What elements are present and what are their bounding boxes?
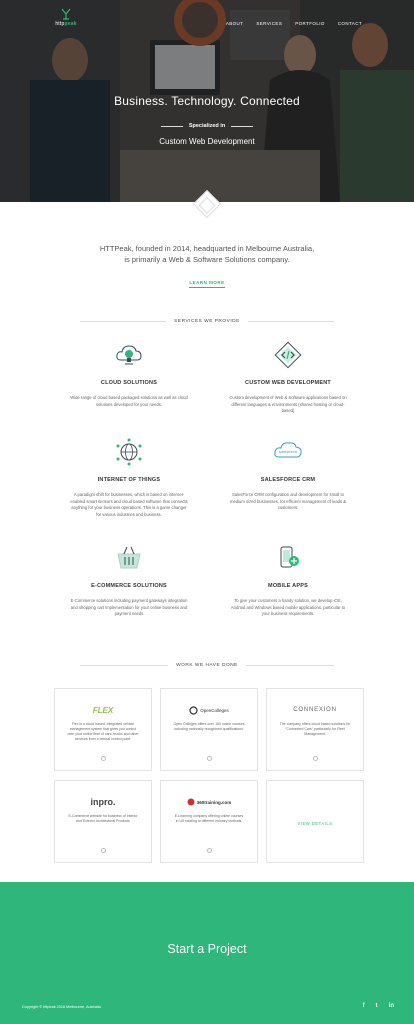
brand-name: 360training.com [196, 799, 232, 805]
nav-portfolio[interactable]: PORTFOLIO [295, 21, 325, 26]
nav-menu: ABOUT SERVICES PORTFOLIO CONTACT [226, 21, 362, 26]
card-description: E-Learning company offering online cours… [174, 814, 244, 823]
portfolio-card-view-details[interactable]: VIEW DETAILS [266, 780, 364, 863]
divider-left [80, 665, 169, 666]
start-project-section: Start a Project Copyright © httpeak 2016… [0, 882, 414, 1024]
hero-title: Business. Technology. Connected [114, 94, 300, 108]
work-heading-text: WORK WE HAVE DONE [176, 663, 238, 668]
social-links: f t in [363, 1003, 394, 1009]
start-project-title[interactable]: Start a Project [0, 942, 414, 956]
site-logo[interactable]: httppeak [54, 8, 78, 27]
opencolleges-logo-icon [189, 705, 198, 715]
hero-subtitle: Custom Web Development [159, 137, 255, 146]
search-icon[interactable] [101, 848, 106, 853]
hero-tag-row: Specialized in [0, 123, 414, 129]
service-internet-of-things: INTERNET OF THINGS A paradigm shift for … [69, 437, 189, 518]
brand-logo: inpro. [55, 792, 151, 812]
card-description: The company offers cloud based solutions… [279, 722, 351, 736]
intro-text: HTTPeak, founded in 2014, headquarted in… [0, 243, 414, 265]
logo-text: httppeak [55, 21, 77, 27]
service-title: SALESFORCE CRM [260, 477, 316, 483]
divider-right [231, 125, 254, 127]
360training-logo-icon [187, 798, 195, 806]
divider-left [80, 321, 167, 322]
service-description: E-Commerce solutions including payment g… [70, 598, 188, 616]
service-description: SalesForce CRM configuration and develop… [229, 492, 347, 510]
card-description: Flex is a cloud based, integrated vehicl… [67, 722, 139, 741]
divider-left [160, 125, 183, 127]
nav-contact[interactable]: CONTACT [338, 21, 362, 26]
card-description: E-Commerce website for business of Inter… [68, 814, 138, 823]
brand-logo: OpenColleges [161, 700, 257, 720]
shopping-basket-icon [117, 546, 141, 569]
brand-logo: CONNEXION [267, 700, 363, 720]
hero-tag: Specialized in [188, 123, 226, 129]
nav-about[interactable]: ABOUT [226, 21, 244, 26]
linkedin-icon[interactable]: in [389, 1003, 394, 1009]
service-title: MOBILE APPS [268, 583, 308, 589]
brand-logo: 360training.com [161, 792, 257, 812]
divider-right [245, 665, 334, 666]
cloud-bulb-icon [116, 345, 142, 365]
top-navigation: httppeak ABOUT SERVICES PORTFOLIO CONTAC… [0, 0, 414, 36]
globe-network-icon [116, 438, 142, 466]
copyright-text: Copyright © httpeak 2016 Melbourne, Aust… [22, 1005, 101, 1009]
salesforce-cloud-icon: salesforce [274, 442, 302, 458]
service-description: A paradigm shift for businesses, which i… [70, 492, 188, 517]
service-description: Wide range of cloud based packaged solut… [70, 395, 188, 407]
twitter-icon[interactable]: t [376, 1003, 378, 1009]
nav-services[interactable]: SERVICES [256, 21, 282, 26]
service-title: INTERNET OF THINGS [97, 477, 161, 483]
portfolio-card-flex[interactable]: FLEX Flex is a cloud based, integrated v… [54, 688, 152, 771]
divider-right [247, 321, 334, 322]
service-title: CLOUD SOLUTIONS [100, 380, 158, 386]
logo-mark-icon [61, 8, 71, 20]
service-title: E-COMMERCE SOLUTIONS [91, 583, 167, 589]
mobile-app-icon [280, 546, 299, 568]
work-heading: WORK WE HAVE DONE [80, 663, 334, 668]
intro-line-2: is primarily a Web & Software Solutions … [124, 255, 290, 264]
search-icon[interactable] [313, 756, 318, 761]
learn-more-link[interactable]: LEARN MORE [189, 280, 225, 288]
brand-name: inpro. [90, 797, 116, 807]
service-cloud-solutions: CLOUD SOLUTIONS Wide range of cloud base… [69, 340, 189, 408]
service-description: Custom development of Web & Software app… [229, 395, 347, 413]
service-salesforce-crm: salesforce SALESFORCE CRM SalesForce CRM… [228, 437, 348, 512]
facebook-icon[interactable]: f [363, 1003, 365, 1009]
portfolio-card-inpro[interactable]: inpro. E-Commerce website for business o… [54, 780, 152, 863]
service-title: CUSTOM WEB DEVELOPMENT [245, 380, 331, 386]
search-icon[interactable] [207, 756, 212, 761]
services-heading-text: SERVICES WE PROVIDE [174, 319, 240, 324]
brand-logo: FLEX [55, 700, 151, 720]
brand-name: OpenColleges [200, 707, 229, 713]
view-details-link[interactable]: VIEW DETAILS [267, 821, 363, 826]
service-mobile-apps: MOBILE APPS To give your customers a han… [228, 543, 348, 618]
service-ecommerce-solutions: E-COMMERCE SOLUTIONS E-Commerce solution… [69, 543, 189, 618]
service-description: To give your customers a handy solution,… [230, 598, 346, 616]
learn-more-wrap: LEARN MORE [0, 271, 414, 289]
portfolio-card-360training[interactable]: 360training.com E-Learning company offer… [160, 780, 258, 863]
service-custom-web-development: CUSTOM WEB DEVELOPMENT Custom developmen… [228, 340, 348, 415]
brand-name: CONNEXION [293, 707, 337, 713]
code-diamond-icon [274, 341, 302, 369]
salesforce-wordmark: salesforce [279, 449, 298, 454]
portfolio-card-opencolleges[interactable]: OpenColleges Open Colleges offers over 1… [160, 688, 258, 771]
search-icon[interactable] [207, 848, 212, 853]
hero-banner: httppeak ABOUT SERVICES PORTFOLIO CONTAC… [0, 0, 414, 202]
portfolio-card-connexion[interactable]: CONNEXION The company offers cloud based… [266, 688, 364, 771]
brand-name: FLEX [92, 705, 114, 715]
card-description: Open Colleges offers over 150 online cou… [173, 722, 245, 731]
intro-line-1: HTTPeak, founded in 2014, headquarted in… [99, 244, 315, 253]
search-icon[interactable] [101, 756, 106, 761]
services-heading: SERVICES WE PROVIDE [80, 319, 334, 324]
